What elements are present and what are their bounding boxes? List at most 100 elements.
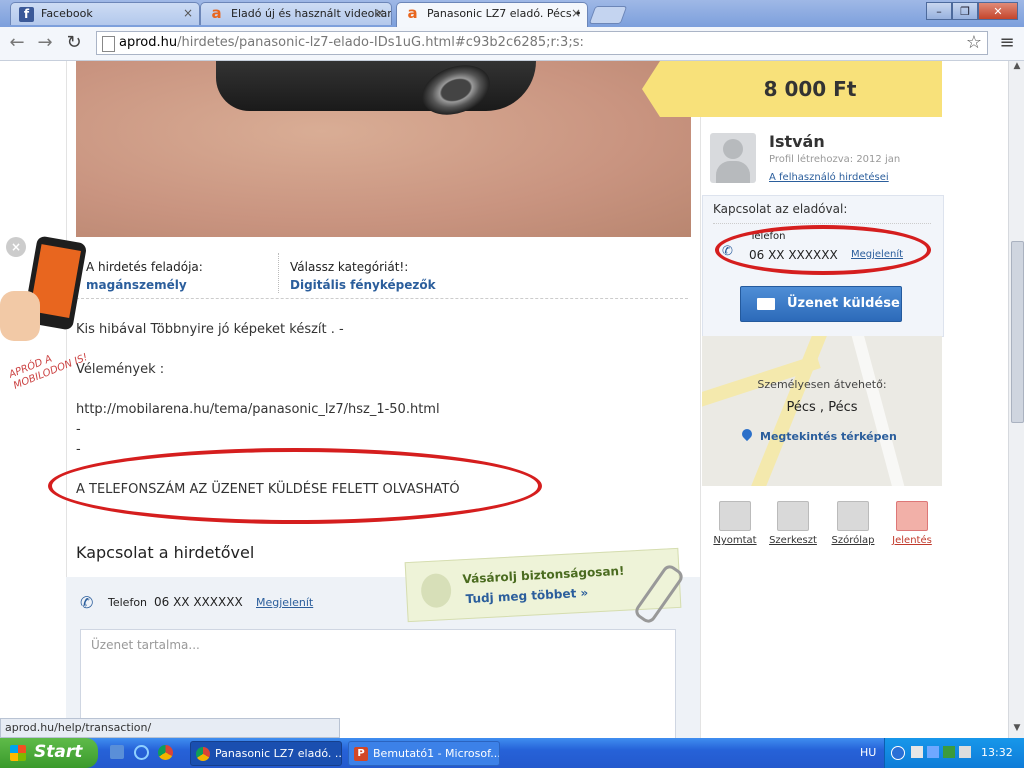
reload-button[interactable]: ↻: [63, 32, 85, 54]
task-label: Panasonic LZ7 eladó. ...: [215, 747, 342, 760]
pickup-label: Személyesen átvehető:: [757, 378, 887, 391]
contact-phone-value: 06 XX XXXXXX: [154, 595, 243, 609]
minimize-button[interactable]: –: [926, 2, 952, 20]
facebook-icon: f: [19, 7, 34, 22]
poster-value: magánszemély: [86, 278, 187, 292]
contact-phone-label: Telefon: [108, 596, 148, 609]
tab-videocards[interactable]: a Eladó új és használt videokar ×: [200, 2, 392, 25]
url-domain: aprod.hu: [119, 35, 178, 50]
category-label: Válassz kategóriát!:: [290, 260, 409, 274]
chrome-icon: [196, 747, 210, 761]
page-icon: [102, 36, 115, 52]
person-icon: [420, 572, 453, 609]
flag-icon: [896, 501, 928, 531]
print-label: Nyomtat: [713, 535, 757, 546]
envelope-icon: [757, 298, 775, 310]
description-link[interactable]: http://mobilarena.hu/tema/panasonic_lz7/…: [76, 402, 440, 417]
close-tab-icon[interactable]: ×: [183, 6, 193, 20]
task-powerpoint[interactable]: P Bemutató1 - Microsof...: [348, 741, 500, 766]
volume-icon[interactable]: [959, 746, 971, 758]
forward-button[interactable]: →: [34, 32, 56, 54]
description-line: -: [76, 442, 81, 457]
close-tab-icon[interactable]: ×: [375, 6, 385, 20]
scroll-thumb[interactable]: [1011, 241, 1024, 423]
bookmark-star-icon[interactable]: ☆: [963, 32, 985, 54]
task-label: Bemutató1 - Microsof...: [373, 747, 500, 760]
start-button[interactable]: Start: [0, 738, 98, 768]
close-icon[interactable]: ×: [6, 237, 26, 257]
edit-icon: [777, 501, 809, 531]
flyer-tool[interactable]: Szórólap: [827, 501, 879, 546]
chrome-icon[interactable]: [158, 745, 173, 760]
tab-title: Facebook: [41, 7, 93, 20]
new-tab-button[interactable]: [588, 6, 628, 24]
phone-icon: ✆: [80, 593, 94, 612]
highlight-ellipse: [48, 448, 542, 524]
avatar: [710, 133, 756, 183]
print-tool[interactable]: Nyomtat: [709, 501, 761, 546]
category-value[interactable]: Digitális fényképezők: [290, 278, 436, 292]
tab-title: Eladó új és használt videokar: [231, 7, 392, 20]
close-window-button[interactable]: ✕: [978, 2, 1018, 20]
tray-arrow-icon[interactable]: [891, 746, 905, 760]
avatar-head: [723, 139, 743, 159]
map-link[interactable]: Megtekintés térképen: [760, 430, 897, 443]
description-line: Kis hibával Többnyire jó képeket készít …: [76, 322, 344, 337]
divider: [713, 223, 931, 224]
send-message-label: Üzenet küldése: [787, 296, 900, 311]
location-text: Pécs , Pécs: [786, 400, 858, 415]
tab-panasonic[interactable]: a Panasonic LZ7 eladó. Pécs • ×: [396, 2, 588, 27]
ie-icon[interactable]: [134, 745, 149, 760]
report-tool[interactable]: Jelentés: [886, 501, 938, 546]
address-bar[interactable]: aprod.hu/hirdetes/panasonic-lz7-elado-ID…: [96, 31, 988, 55]
start-label: Start: [34, 742, 83, 762]
divider: [278, 253, 280, 293]
message-placeholder: Üzenet tartalma...: [91, 638, 200, 652]
vertical-scrollbar[interactable]: ▲ ▼: [1008, 61, 1024, 738]
scroll-up-icon[interactable]: ▲: [1010, 61, 1024, 75]
desktop-icon[interactable]: [110, 745, 124, 759]
maximize-button[interactable]: ❐: [952, 2, 978, 20]
price-box: 8 000 Ft: [642, 61, 942, 117]
tray-icon[interactable]: [911, 746, 923, 758]
menu-icon[interactable]: ≡: [996, 32, 1018, 54]
show-phone-link[interactable]: Megjelenít: [256, 596, 313, 609]
description-line: -: [76, 422, 81, 437]
profile-created: Profil létrehozva: 2012 jan: [769, 154, 901, 165]
product-photo[interactable]: [76, 61, 691, 237]
safe-link[interactable]: Tudj meg többet »: [465, 586, 588, 606]
task-chrome[interactable]: Panasonic LZ7 eladó. ...: [190, 741, 342, 766]
hand-shape: [0, 291, 40, 341]
edit-tool[interactable]: Szerkeszt: [767, 501, 819, 546]
contact-heading: Kapcsolat a hirdetővel: [76, 543, 255, 562]
scroll-down-icon[interactable]: ▼: [1010, 723, 1024, 737]
divider: [700, 61, 701, 738]
security-icon[interactable]: [943, 746, 955, 758]
mobile-promo[interactable]: × APRÓD A MOBILODON IS!: [0, 231, 100, 411]
powerpoint-icon: P: [354, 747, 368, 761]
close-tab-icon[interactable]: ×: [571, 6, 581, 20]
report-label: Jelentés: [892, 535, 932, 546]
aprod-icon: a: [407, 4, 418, 22]
send-message-button[interactable]: Üzenet küldése: [740, 286, 902, 322]
tab-facebook[interactable]: f Facebook ×: [10, 2, 200, 25]
seller-name: István: [769, 132, 825, 151]
divider: [76, 298, 688, 299]
poster-label: A hirdetés feladója:: [86, 260, 203, 274]
language-indicator[interactable]: HU: [860, 746, 876, 759]
web-page: A hirdetés feladója: magánszemély Válass…: [0, 61, 1008, 738]
edit-label: Szerkeszt: [769, 535, 817, 546]
highlight-ellipse: [715, 225, 931, 275]
price: 8 000 Ft: [763, 77, 857, 101]
clock: 13:32: [981, 746, 1013, 759]
tab-title: Panasonic LZ7 eladó. Pécs •: [427, 7, 582, 20]
network-icon[interactable]: [927, 746, 939, 758]
avatar-body: [716, 161, 750, 183]
back-button[interactable]: ←: [6, 32, 28, 54]
contact-title: Kapcsolat az eladóval:: [713, 202, 848, 216]
location-map[interactable]: Személyesen átvehető: Pécs , Pécs Megtek…: [702, 336, 942, 486]
system-tray: 13:32: [884, 738, 1024, 768]
user-ads-link[interactable]: A felhasználó hirdetései: [769, 172, 889, 183]
windows-logo-icon: [10, 745, 26, 761]
url-path: /hirdetes/panasonic-lz7-elado-IDs1uG.htm…: [177, 35, 584, 50]
